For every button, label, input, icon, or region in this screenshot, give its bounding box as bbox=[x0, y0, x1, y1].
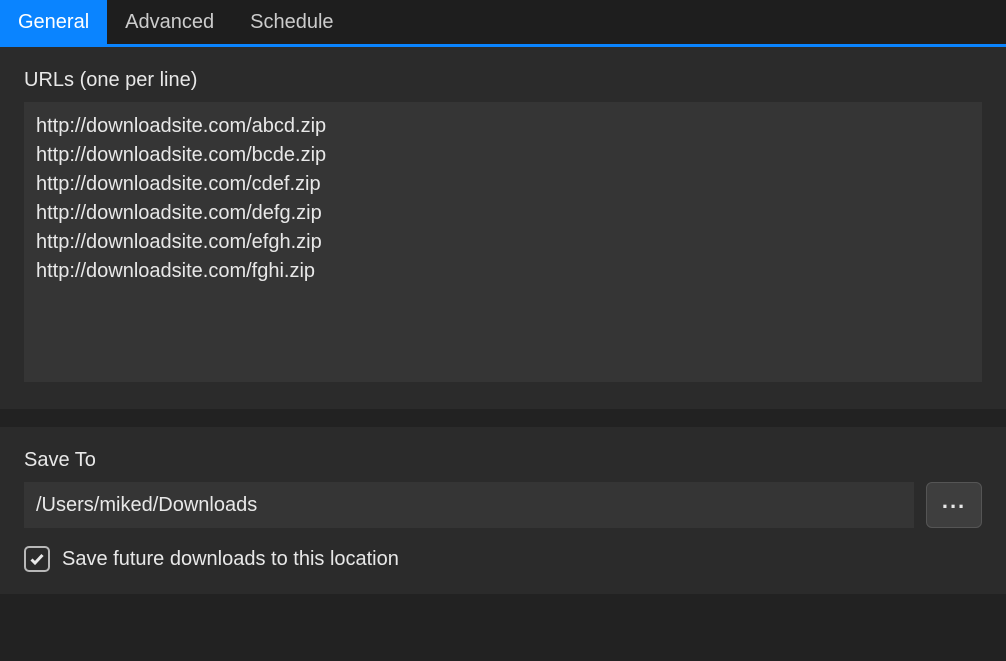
urls-textarea[interactable] bbox=[24, 102, 982, 382]
urls-panel: URLs (one per line) bbox=[0, 47, 1006, 409]
tab-general[interactable]: General bbox=[0, 0, 107, 44]
save-future-checkbox[interactable] bbox=[24, 546, 50, 572]
browse-button[interactable]: ... bbox=[926, 482, 982, 528]
tab-bar: General Advanced Schedule bbox=[0, 0, 1006, 47]
tab-advanced[interactable]: Advanced bbox=[107, 0, 232, 44]
save-panel: Save To ... Save future downloads to thi… bbox=[0, 427, 1006, 594]
save-to-label: Save To bbox=[24, 449, 982, 472]
save-to-row: ... bbox=[24, 482, 982, 528]
save-future-checkbox-label[interactable]: Save future downloads to this location bbox=[62, 548, 399, 571]
content-area: URLs (one per line) Save To ... Save fut… bbox=[0, 47, 1006, 594]
save-future-checkbox-row: Save future downloads to this location bbox=[24, 546, 982, 572]
tab-schedule[interactable]: Schedule bbox=[232, 0, 351, 44]
urls-label: URLs (one per line) bbox=[24, 69, 982, 92]
check-icon bbox=[29, 551, 45, 567]
save-path-input[interactable] bbox=[24, 482, 914, 528]
